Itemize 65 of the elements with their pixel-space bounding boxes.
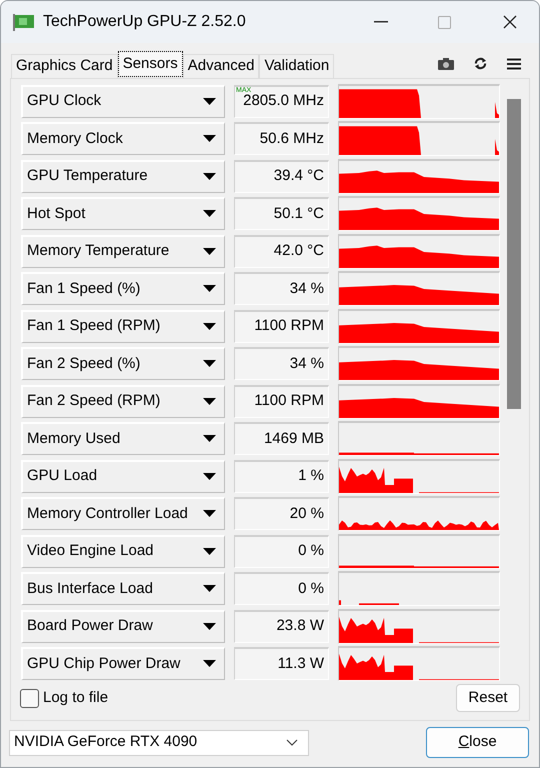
sensor-dropdown[interactable]: Bus Interface Load xyxy=(21,572,225,605)
sensor-value-field: 0 % xyxy=(234,572,329,605)
sensor-dropdown[interactable]: Memory Temperature xyxy=(21,234,225,268)
dropdown-arrow-icon xyxy=(203,360,216,368)
dropdown-arrow-icon xyxy=(203,172,216,180)
checkbox[interactable] xyxy=(20,688,39,708)
scrollbar-thumb[interactable] xyxy=(507,99,521,409)
device-select[interactable]: NVIDIA GeForce RTX 4090 xyxy=(9,730,309,756)
sensor-dropdown[interactable]: Board Power Draw xyxy=(21,610,225,642)
dropdown-arrow-icon xyxy=(203,135,216,143)
sensor-dropdown[interactable]: GPU Load xyxy=(21,460,225,492)
sensor-value-field: 20 % xyxy=(234,497,329,530)
chevron-down-icon xyxy=(286,739,298,746)
refresh-icon[interactable] xyxy=(474,57,487,70)
sensor-dropdown[interactable]: Memory Used xyxy=(21,422,225,455)
dropdown-arrow-icon xyxy=(203,660,216,668)
sensor-dropdown[interactable]: Video Engine Load xyxy=(21,534,225,568)
sensor-value-field: 1100 RPM xyxy=(234,310,329,342)
sensor-dropdown[interactable]: Fan 1 Speed (%) xyxy=(21,272,225,305)
sensor-value-field: 0 % xyxy=(234,534,329,568)
sensor-value-field: 23.8 W xyxy=(234,610,329,642)
sensor-dropdown[interactable]: Memory Controller Load xyxy=(21,497,225,530)
dropdown-arrow-icon xyxy=(203,585,216,593)
close-icon[interactable] xyxy=(503,15,517,29)
sensor-value-field: 42.0 °C xyxy=(234,234,329,268)
dropdown-arrow-icon xyxy=(203,622,216,630)
tab[interactable]: Advanced xyxy=(182,54,260,78)
reset-button[interactable]: Reset xyxy=(456,684,520,712)
sensor-value-field: 34 % xyxy=(234,347,329,380)
sensor-value-field: 39.4 °C xyxy=(234,160,329,192)
dropdown-arrow-icon xyxy=(203,322,216,330)
graphics-card-icon xyxy=(13,13,35,31)
dropdown-arrow-icon xyxy=(203,210,216,218)
tab[interactable]: Sensors xyxy=(118,51,183,77)
tab[interactable]: Validation xyxy=(259,54,334,78)
sensor-value-field: 1469 MB xyxy=(234,422,329,455)
sensor-value-field: 50.1 °C xyxy=(234,197,329,230)
dropdown-arrow-icon xyxy=(203,98,216,106)
sensor-value-field: 50.6 MHz xyxy=(234,122,329,155)
dropdown-arrow-icon xyxy=(203,248,216,256)
sensor-dropdown[interactable]: Fan 2 Speed (RPM) xyxy=(21,384,225,418)
sensor-dropdown[interactable]: Fan 2 Speed (%) xyxy=(21,347,225,380)
dropdown-arrow-icon xyxy=(203,285,216,293)
menu-icon[interactable] xyxy=(507,58,521,70)
dropdown-arrow-icon xyxy=(203,472,216,480)
window-title: TechPowerUp GPU-Z 2.52.0 xyxy=(43,12,246,32)
sensor-dropdown[interactable]: Memory Clock xyxy=(21,122,225,155)
minimize-icon[interactable] xyxy=(374,21,388,23)
sensor-dropdown[interactable]: GPU Clock xyxy=(21,84,225,118)
dropdown-arrow-icon xyxy=(203,548,216,556)
dropdown-arrow-icon xyxy=(203,435,216,443)
sensor-value-field: 11.3 W xyxy=(234,647,329,680)
dropdown-arrow-icon xyxy=(203,510,216,518)
tab[interactable]: Graphics Card xyxy=(11,54,118,78)
close-button[interactable]: Close xyxy=(426,727,529,758)
sensor-dropdown[interactable]: Hot Spot xyxy=(21,197,225,230)
sensor-dropdown[interactable]: GPU Temperature xyxy=(21,160,225,192)
sensor-value-field: 1 % xyxy=(234,460,329,492)
sensor-dropdown[interactable]: GPU Chip Power Draw xyxy=(21,647,225,680)
sensor-value-field: 34 % xyxy=(234,272,329,305)
camera-icon[interactable] xyxy=(438,58,454,70)
dropdown-arrow-icon xyxy=(203,398,216,406)
checkbox-label: Log to file xyxy=(43,688,108,708)
sensor-value-field: 1100 RPM xyxy=(234,384,329,418)
sensor-dropdown[interactable]: Fan 1 Speed (RPM) xyxy=(21,310,225,342)
